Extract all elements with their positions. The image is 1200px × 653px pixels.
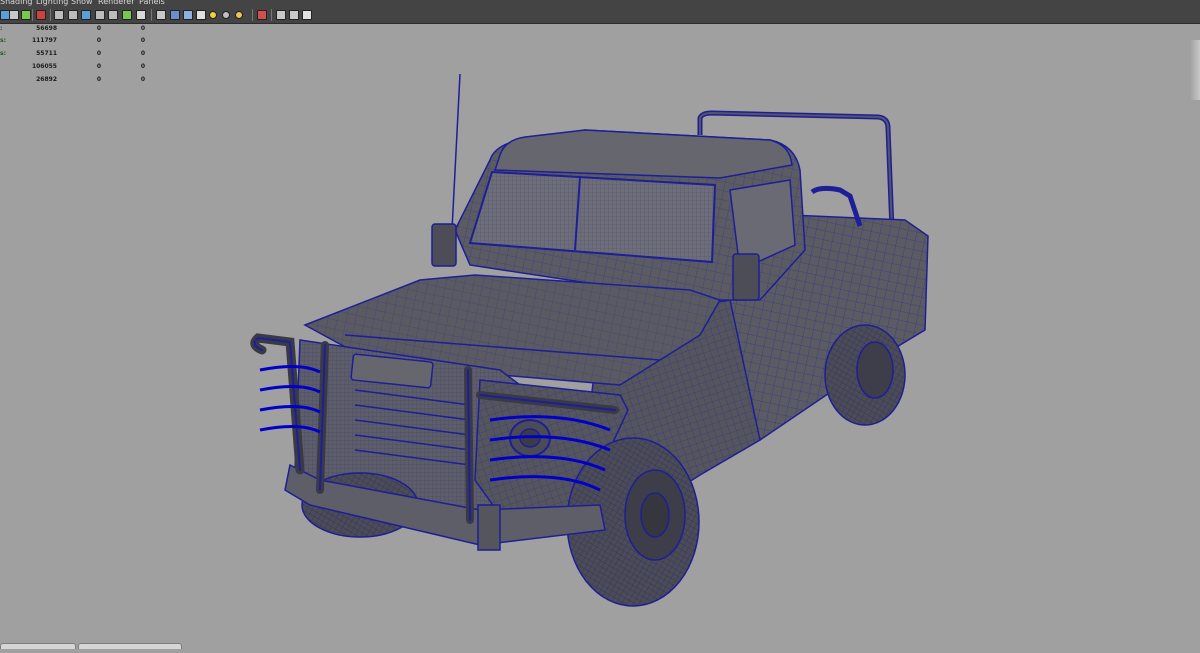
hud-value: 0 <box>140 63 145 70</box>
toolbar-separator <box>271 9 272 21</box>
poly-count-hud: : 56698 0 0 s: 111797 0 0 s: 55711 0 0 1… <box>0 22 160 86</box>
field-chart-icon[interactable] <box>108 10 118 20</box>
hud-value: 0 <box>96 76 101 83</box>
gate-mask-icon[interactable] <box>95 10 105 20</box>
bottom-panel-tab-1[interactable] <box>0 643 76 649</box>
hud-value: 0 <box>140 37 145 44</box>
safe-action-icon[interactable] <box>122 10 132 20</box>
hud-value: 111797 <box>31 37 57 44</box>
hud-row-tris: 106055 0 0 <box>0 60 160 73</box>
hud-value: 0 <box>96 37 101 44</box>
safe-title-icon[interactable] <box>136 10 146 20</box>
menu-panels[interactable]: Panels <box>139 0 165 8</box>
right-mirror <box>732 253 760 301</box>
toolbar-separator <box>50 9 51 21</box>
camera-attributes-icon[interactable] <box>9 10 19 20</box>
hud-value: 0 <box>140 50 145 57</box>
antenna <box>451 73 461 231</box>
panel-menu-bar: Shading Lighting Show Renderer Panels <box>0 0 1200 8</box>
isolate-select-icon[interactable] <box>257 10 267 20</box>
hud-value: 106055 <box>31 63 57 70</box>
viewport-svg <box>250 73 929 607</box>
hud-row-uvs: 26892 0 0 <box>0 73 160 86</box>
xray-joints-icon[interactable] <box>289 10 299 20</box>
grid-icon[interactable] <box>54 10 64 20</box>
left-mirror <box>431 223 457 267</box>
shadows-icon[interactable] <box>222 11 230 19</box>
hud-value: 26892 <box>36 76 57 83</box>
menu-renderer[interactable]: Renderer <box>98 0 135 8</box>
3d-viewport[interactable] <box>0 23 1200 649</box>
resolution-gate-icon[interactable] <box>81 10 91 20</box>
hud-row-faces: s: 55711 0 0 <box>0 47 160 60</box>
xray-icon[interactable] <box>276 10 286 20</box>
textured-icon[interactable] <box>196 10 206 20</box>
image-plane-icon[interactable] <box>36 10 46 20</box>
toolbar-separator <box>252 9 253 21</box>
viewport-edge-highlight <box>1190 40 1200 100</box>
hud-row-edges: s: 111797 0 0 <box>0 34 160 47</box>
hud-value: 0 <box>96 50 101 57</box>
hud-value: 0 <box>96 63 101 70</box>
toolbar-separator <box>32 9 33 21</box>
film-gate-icon[interactable] <box>68 10 78 20</box>
hud-label: s: <box>0 37 6 44</box>
bookmarks-icon[interactable] <box>21 10 31 20</box>
menu-show[interactable]: Show <box>71 0 93 8</box>
wireframe-icon[interactable] <box>156 10 166 20</box>
smooth-shade-icon[interactable] <box>170 10 180 20</box>
hud-label: s: <box>0 50 6 57</box>
menu-lighting[interactable]: Lighting <box>36 0 68 8</box>
panel-toolbar <box>0 8 1200 24</box>
use-all-lights-icon[interactable] <box>209 11 217 19</box>
wireframe-on-shaded-icon[interactable] <box>183 10 193 20</box>
toolbar-separator <box>151 9 152 21</box>
hud-value: 0 <box>140 76 145 83</box>
bottom-panel-tab-2[interactable] <box>78 643 182 649</box>
menu-shading[interactable]: Shading <box>0 0 33 8</box>
ambient-occlusion-icon[interactable] <box>235 11 243 19</box>
hud-value: 55711 <box>36 50 57 57</box>
cabin-roof <box>493 129 793 179</box>
xray-components-icon[interactable] <box>302 10 312 20</box>
truck-model[interactable] <box>250 73 929 607</box>
